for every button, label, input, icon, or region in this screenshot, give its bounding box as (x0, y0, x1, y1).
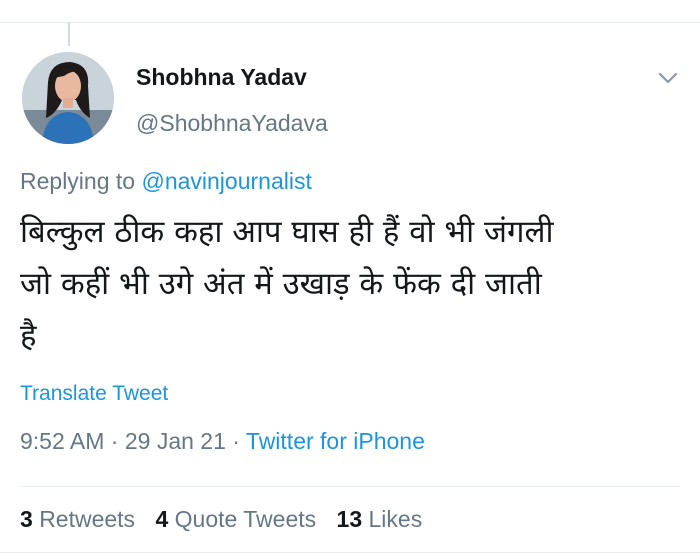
likes-count: 13 (336, 506, 363, 532)
tweet-text-line: जो कहीं भी उगे अंत में उखाड़ के फेंक दी … (20, 266, 542, 302)
tweet-text-line: है (20, 318, 37, 354)
quote-tweets-count: 4 (155, 506, 169, 532)
likes-label: Likes (368, 506, 423, 532)
replying-to: Replying to @navinjournalist (20, 168, 312, 195)
tweet-time[interactable]: 9:52 AM (20, 428, 104, 454)
quote-tweets-label: Quote Tweets (174, 506, 317, 532)
tweet-text-line: बिल्कुल ठीक कहा आप घास ही हैं वो भी जंगल… (20, 214, 554, 250)
tweet-source-link[interactable]: Twitter for iPhone (246, 428, 425, 454)
translate-tweet-link[interactable]: Translate Tweet (20, 382, 168, 406)
likes-stat[interactable]: 13 Likes (337, 506, 423, 533)
meta-separator: · (232, 428, 240, 454)
retweets-stat[interactable]: 3 Retweets (20, 506, 135, 533)
tweet-date[interactable]: 29 Jan 21 (125, 428, 226, 454)
retweets-count: 3 (20, 506, 33, 532)
tweet-meta: 9:52 AM · 29 Jan 21 · Twitter for iPhone (20, 428, 425, 455)
avatar-image (22, 52, 114, 144)
tweet-stats: 3 Retweets 4 Quote Tweets 13 Likes (20, 506, 436, 533)
stats-divider (20, 486, 680, 487)
meta-separator: · (110, 428, 119, 454)
replying-to-mention-link[interactable]: @navinjournalist (141, 168, 311, 194)
replying-to-label: Replying to (20, 168, 136, 194)
thread-connector-line (68, 22, 70, 46)
author-handle[interactable]: @ShobhnaYadava (136, 110, 328, 137)
chevron-down-icon[interactable] (657, 70, 679, 86)
quote-tweets-stat[interactable]: 4 Quote Tweets (155, 506, 316, 533)
author-display-name[interactable]: Shobhna Yadav (136, 64, 307, 91)
top-divider (0, 22, 700, 23)
tweet-text: बिल्कुल ठीक कहा आप घास ही हैं वो भी जंगल… (20, 206, 685, 362)
retweets-label: Retweets (39, 506, 136, 532)
avatar[interactable] (22, 52, 114, 144)
